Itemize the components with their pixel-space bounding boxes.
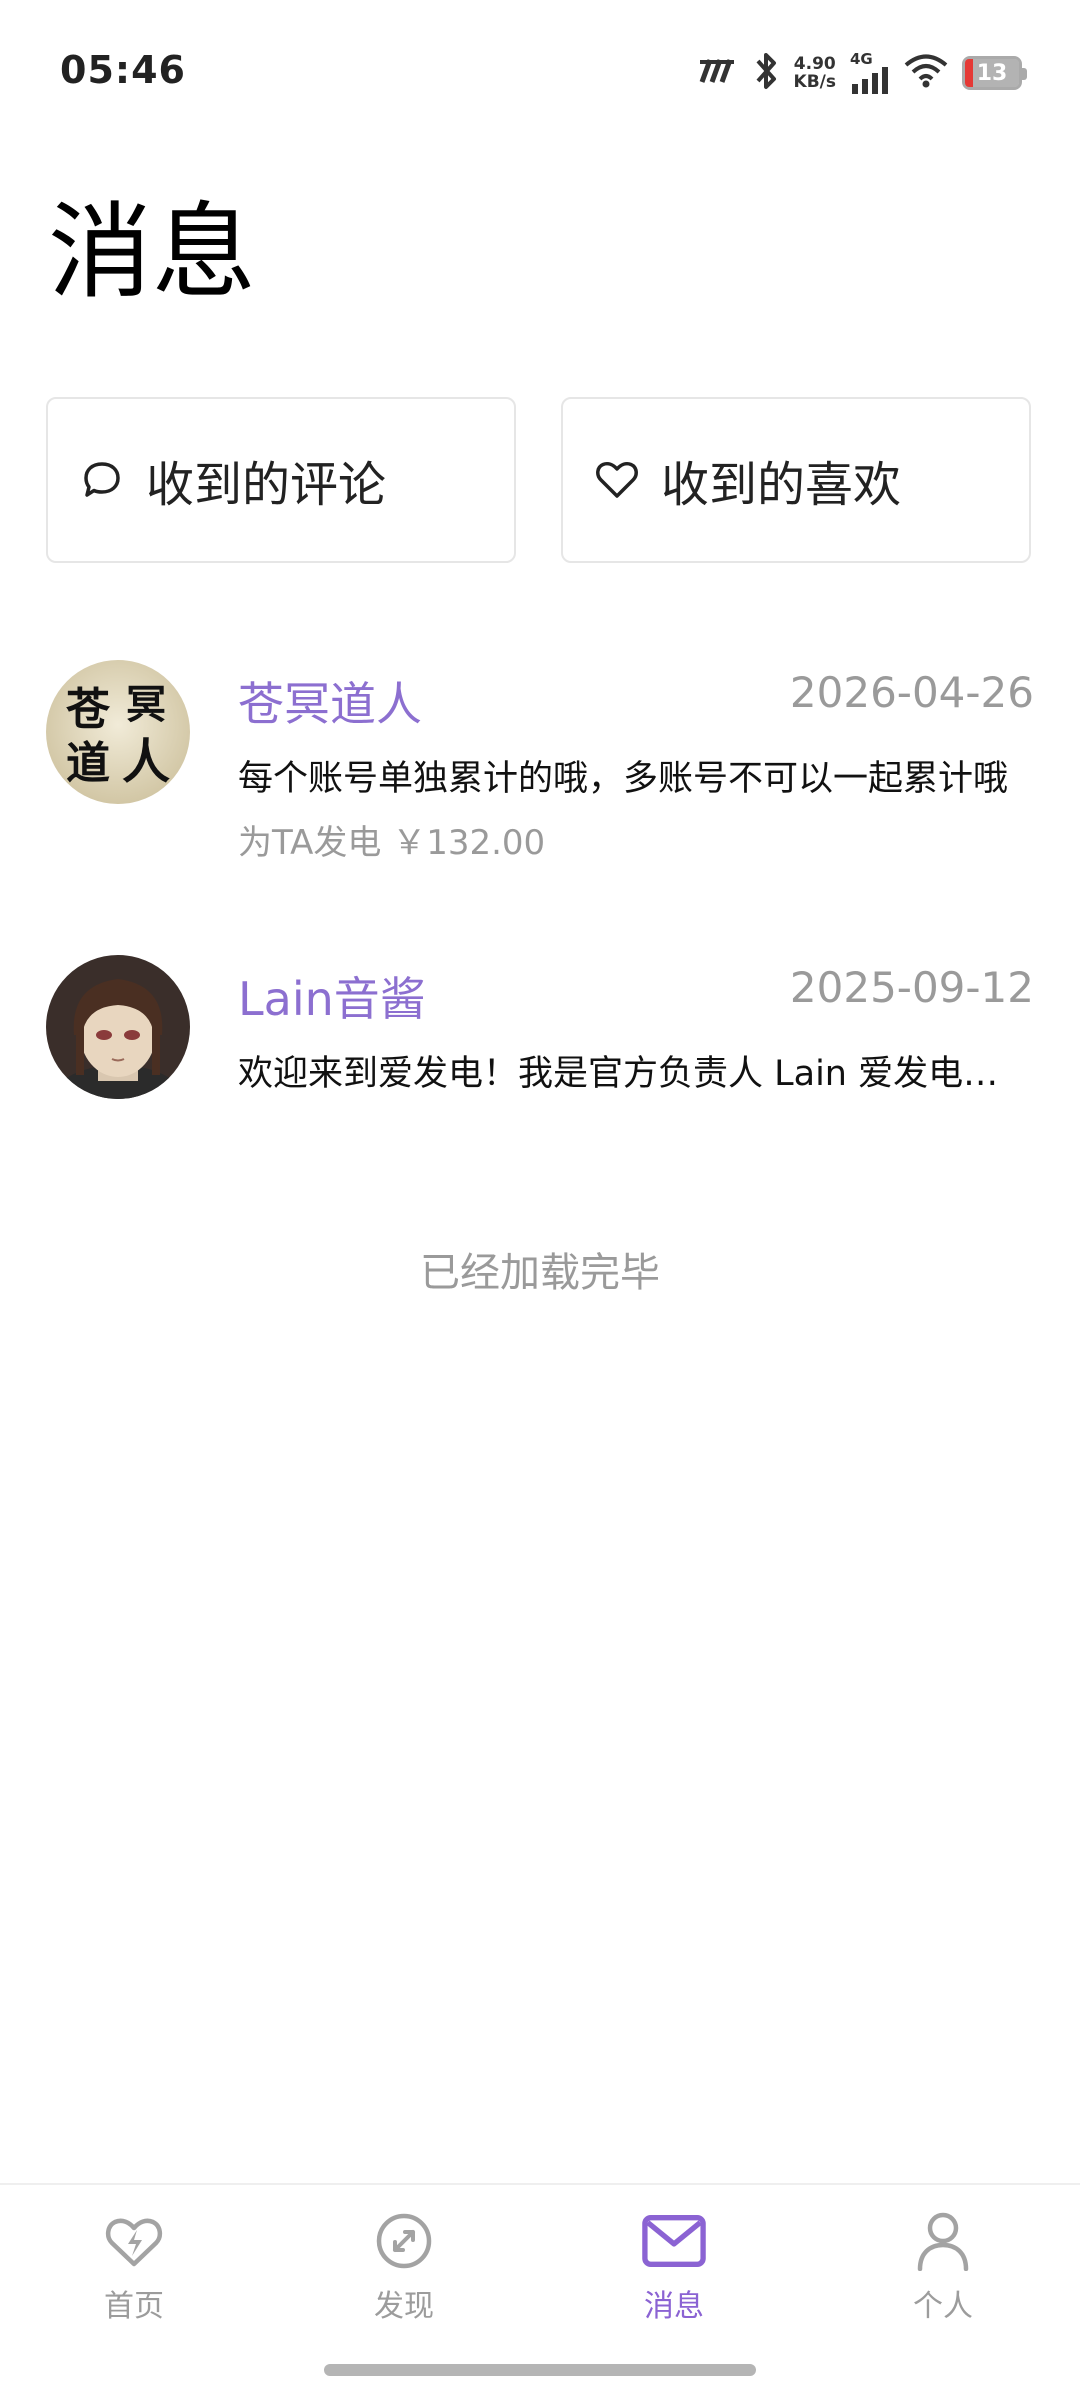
message-item[interactable]: Lain音酱 2025-09-12 欢迎来到爱发电！我是官方负责人 Lain 爱… <box>46 955 1034 1125</box>
hd-icon <box>696 58 738 88</box>
page-title: 消息 <box>48 191 257 313</box>
avatar-char-2: 冥 <box>126 681 166 728</box>
status-time: 05:46 <box>60 48 186 92</box>
nav-item-home[interactable]: 首页 <box>34 2209 234 2325</box>
net-speed-value: 4.90 <box>793 54 836 74</box>
heart-icon <box>595 458 639 502</box>
nav-label-messages: 消息 <box>644 2289 704 2324</box>
received-likes-label: 收到的喜欢 <box>661 457 902 513</box>
wifi-icon <box>904 54 948 92</box>
nav-label-discover: 发现 <box>374 2289 434 2324</box>
list-end-text: 已经加载完毕 <box>420 1250 660 1296</box>
battery-level: 13 <box>965 59 1019 87</box>
donation-info: 为TA发电 ￥132.00 <box>238 823 546 863</box>
net-speed: 4.90 KB/s <box>794 55 836 91</box>
status-icons: 4.90 KB/s 4G 13 <box>696 50 1027 96</box>
nav-item-profile[interactable]: 个人 <box>843 2209 1043 2325</box>
status-bar: 05:46 4.90 KB/s 4G 13 <box>0 0 1080 140</box>
compass-icon <box>372 2209 436 2273</box>
battery-fill <box>965 59 973 87</box>
message-date: 2026-04-26 <box>789 668 1034 717</box>
nav-label-profile: 个人 <box>913 2289 973 2324</box>
nav-label-home: 首页 <box>104 2289 164 2324</box>
nav-item-messages[interactable]: 消息 <box>574 2209 774 2325</box>
avatar[interactable]: 苍 冥 道 人 <box>46 660 190 804</box>
nav-item-discover[interactable]: 发现 <box>304 2209 504 2325</box>
message-text: 欢迎来到爱发电！我是官方负责人 Lain 爱发电… <box>238 1054 999 1094</box>
sender-name[interactable]: 苍冥道人 <box>238 668 422 734</box>
message-item[interactable]: 苍 冥 道 人 苍冥道人 2026-04-26 每个账号单独累计的哦，多账号不可… <box>46 660 1034 880</box>
network-type: 4G <box>850 50 873 68</box>
person-icon <box>911 2209 975 2273</box>
home-indicator[interactable] <box>324 2364 756 2376</box>
avatar-char-1: 苍 <box>66 684 111 735</box>
messages-page: 05:46 4.90 KB/s 4G 13 消息 收到的评论 收到的喜欢 苍 冥… <box>0 0 1080 2400</box>
received-comments-card[interactable]: 收到的评论 <box>46 397 516 563</box>
avatar-char-4: 人 <box>122 734 170 790</box>
signal-icon: 4G <box>850 52 890 94</box>
avatar-char-3: 道 <box>66 738 110 789</box>
heart-bolt-icon <box>102 2209 166 2273</box>
message-date: 2025-09-12 <box>789 963 1034 1012</box>
bluetooth-icon <box>752 51 780 95</box>
avatar[interactable] <box>46 955 190 1099</box>
message-text: 每个账号单独累计的哦，多账号不可以一起累计哦 <box>238 759 1009 799</box>
sender-name[interactable]: Lain音酱 <box>238 963 426 1029</box>
battery-icon: 13 <box>962 56 1027 90</box>
comment-bubble-icon <box>80 458 124 502</box>
received-likes-card[interactable]: 收到的喜欢 <box>561 397 1031 563</box>
mail-icon <box>642 2209 706 2273</box>
net-speed-unit: KB/s <box>793 72 836 92</box>
received-comments-label: 收到的评论 <box>146 457 387 513</box>
